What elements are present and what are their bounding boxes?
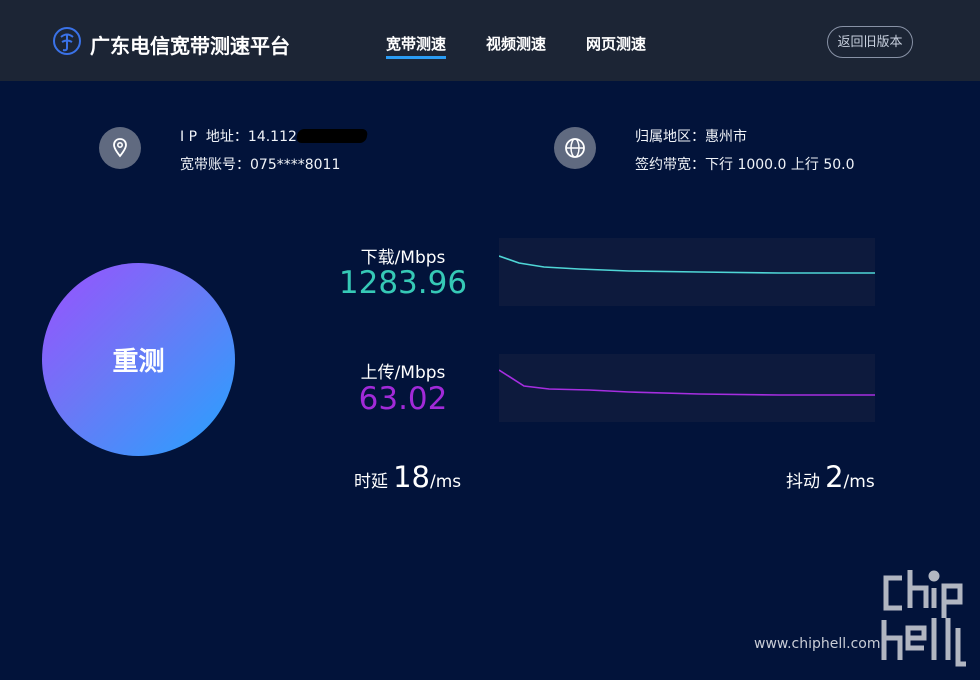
upload-speed-line (499, 369, 875, 396)
upload-speed-graph (499, 354, 875, 422)
jitter-stat: 抖动 2/ms (786, 460, 875, 494)
latency-stat: 时延 18/ms (354, 460, 461, 494)
broadband-account-label: 宽带账号： (180, 157, 250, 173)
tab-video-speed-test[interactable]: 视频测速 (486, 33, 546, 54)
download-speed-line (499, 255, 875, 274)
ip-address-label: I P 地址： (180, 129, 248, 145)
redaction-mark (295, 129, 369, 143)
ip-address-value: 14.112 (247, 129, 297, 145)
home-region-value: 惠州市 (705, 129, 747, 145)
contracted-bandwidth-row: 签约带宽：下行 1000.0 上行 50.0 (635, 154, 855, 174)
location-pin-icon (99, 127, 141, 169)
retest-button[interactable]: 重测 (42, 263, 235, 456)
home-region-row: 归属地区：惠州市 (635, 126, 747, 146)
jitter-unit: /ms (843, 472, 875, 492)
ip-address-row: I P 地址：14.112 (180, 126, 369, 146)
tab-webpage-speed-test[interactable]: 网页测速 (586, 33, 646, 54)
watermark-url: www.chiphell.com (754, 636, 881, 652)
return-old-version-button[interactable]: 返回旧版本 (827, 26, 913, 58)
download-speed-value: 1283.96 (338, 265, 468, 301)
jitter-label: 抖动 (786, 472, 820, 492)
broadband-account-value: 075****8011 (250, 157, 341, 173)
china-telecom-logo-icon (53, 27, 81, 55)
latency-unit: /ms (430, 472, 462, 492)
top-navigation-bar: 广东电信宽带测速平台 宽带测速 视频测速 网页测速 返回旧版本 (0, 0, 980, 81)
latency-value: 18 (393, 460, 430, 494)
contracted-bandwidth-value: 下行 1000.0 上行 50.0 (705, 157, 855, 173)
home-region-label: 归属地区： (635, 129, 705, 145)
brand-title: 广东电信宽带测速平台 (90, 34, 290, 58)
upload-label: 上传/Mbps (360, 363, 446, 383)
latency-label: 时延 (354, 472, 388, 492)
download-speed-graph (499, 238, 875, 306)
contracted-bandwidth-label: 签约带宽： (635, 157, 705, 173)
jitter-value: 2 (825, 460, 844, 494)
download-speed-line-chart (499, 255, 875, 274)
upload-speed-value: 63.02 (358, 381, 448, 417)
chiphell-watermark-logo (881, 570, 966, 667)
broadband-account-row: 宽带账号：075****8011 (180, 154, 340, 174)
tab-broadband-speed-test[interactable]: 宽带测速 (386, 33, 447, 59)
globe-icon (554, 127, 596, 169)
upload-speed-line-chart (499, 369, 875, 396)
